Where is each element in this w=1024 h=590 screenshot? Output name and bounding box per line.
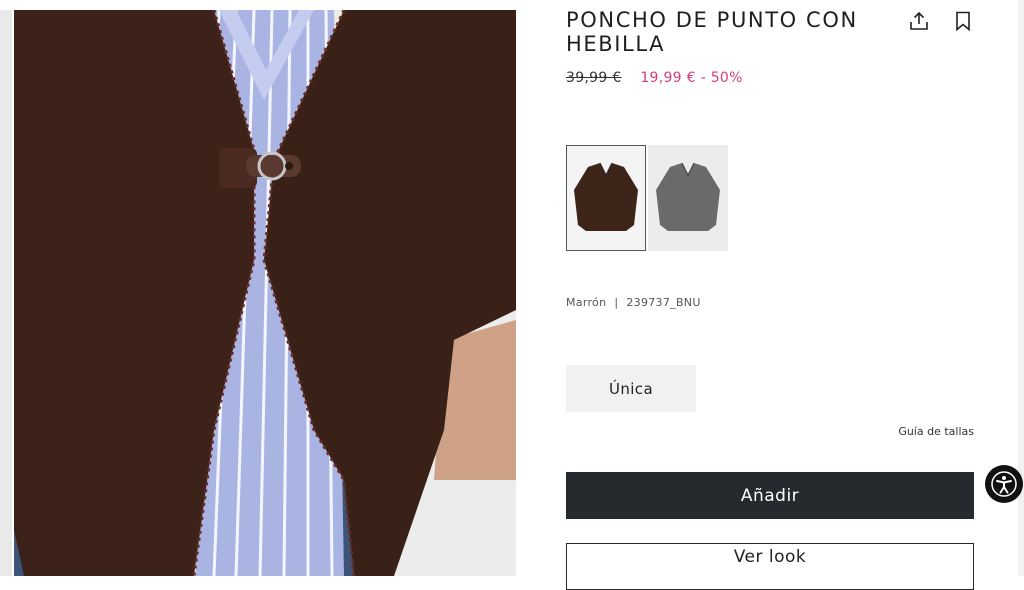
separator: | <box>614 296 619 309</box>
accessibility-icon <box>991 471 1017 497</box>
original-price: 39,99 € <box>566 70 622 86</box>
product-title-line2: HEBILLA <box>566 32 666 56</box>
discount-badge: - 50% <box>700 70 743 86</box>
share-icon <box>910 11 928 30</box>
bookmark-button[interactable] <box>950 8 976 34</box>
variant-info: Marrón | 239737_BNU <box>566 296 701 309</box>
add-to-cart-button[interactable]: Añadir <box>566 472 974 519</box>
product-title: PONCHO DE PUNTO CON HEBILLA <box>566 8 886 56</box>
share-button[interactable] <box>906 8 932 34</box>
color-selector <box>566 145 728 251</box>
brown-poncho-thumbnail <box>574 162 638 231</box>
product-gallery <box>0 0 520 576</box>
view-look-button[interactable]: Ver look <box>566 543 974 590</box>
size-guide-link[interactable]: Guía de tallas <box>880 425 974 438</box>
product-main-image[interactable] <box>14 10 516 576</box>
bookmark-icon <box>956 11 970 32</box>
price-row: 39,99 € 19,99 € - 50% <box>566 70 743 86</box>
gallery-previous-image-edge[interactable] <box>0 10 12 576</box>
size-option-unica[interactable]: Única <box>566 365 696 412</box>
product-reference: 239737_BNU <box>626 296 701 309</box>
grey-poncho-thumbnail <box>656 162 720 231</box>
product-title-line1: PONCHO DE PUNTO CON <box>566 8 858 32</box>
accessibility-button[interactable] <box>985 465 1023 503</box>
color-swatch-brown[interactable] <box>566 145 646 251</box>
color-swatch-grey[interactable] <box>648 145 728 251</box>
sale-price: 19,99 € <box>640 70 696 86</box>
color-name: Marrón <box>566 296 607 309</box>
